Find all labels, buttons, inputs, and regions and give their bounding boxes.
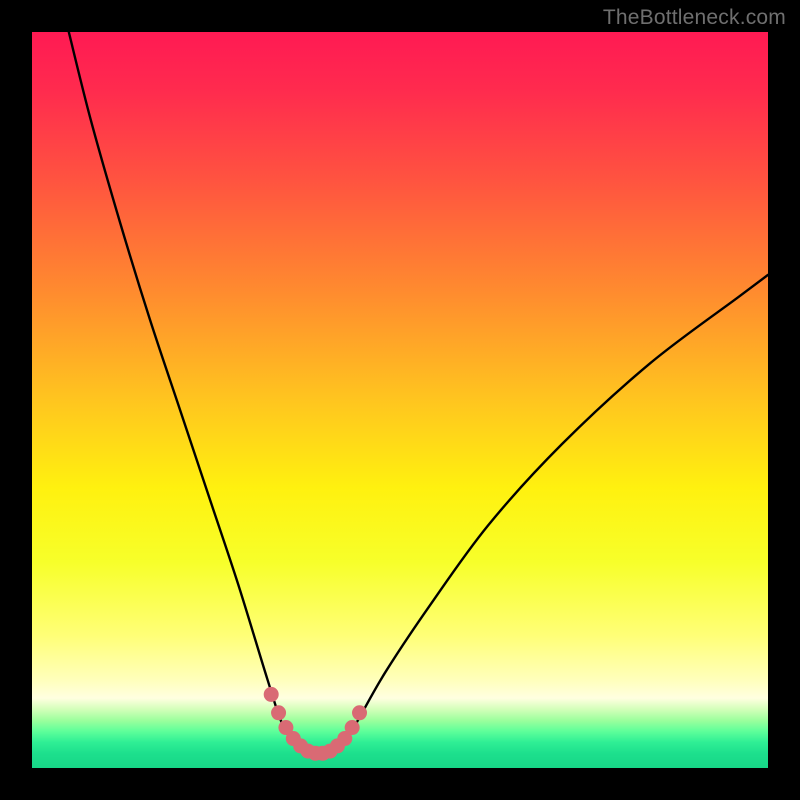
curve-layer <box>32 32 768 768</box>
plot-area <box>32 32 768 768</box>
optimal-marker <box>345 720 360 735</box>
optimal-marker <box>264 687 279 702</box>
optimal-region-markers <box>264 687 367 761</box>
watermark-text: TheBottleneck.com <box>603 6 786 30</box>
chart-frame: TheBottleneck.com <box>0 0 800 800</box>
optimal-marker <box>271 705 286 720</box>
optimal-marker <box>352 705 367 720</box>
bottleneck-curve <box>69 32 768 754</box>
